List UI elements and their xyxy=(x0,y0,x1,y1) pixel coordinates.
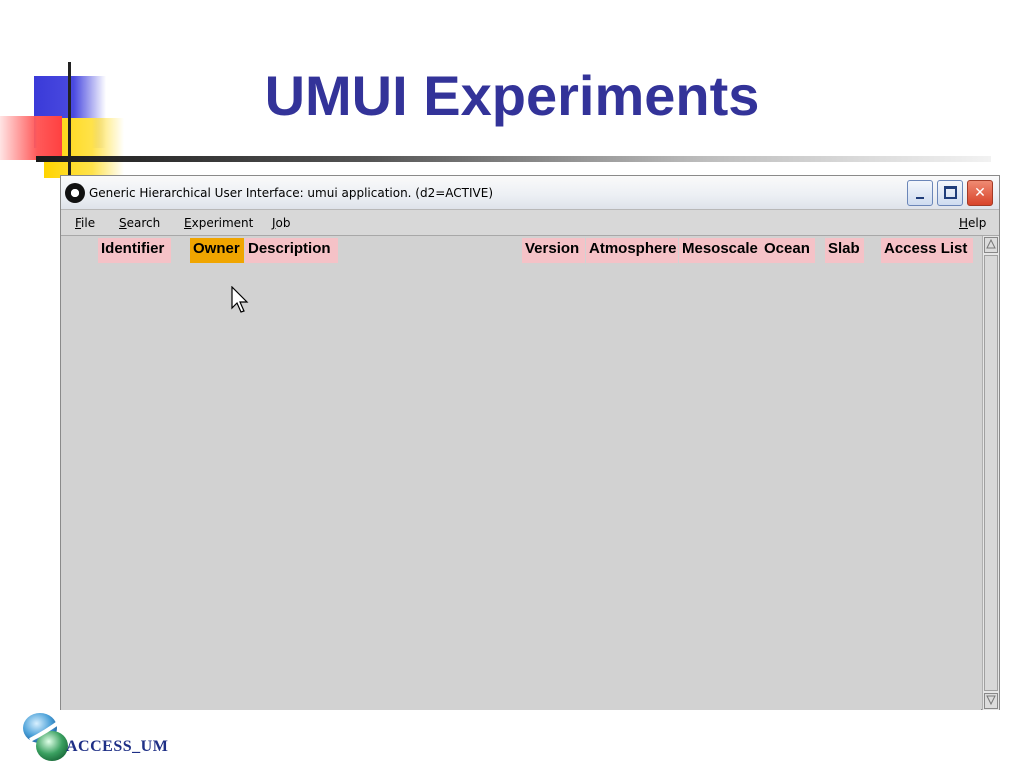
column-header-mesoscale[interactable]: Mesoscale xyxy=(679,238,761,263)
menu-experiment-mnemonic: E xyxy=(184,216,192,230)
menu-file[interactable]: File xyxy=(75,216,95,230)
experiment-table: Identifier Owner Description Version Atm… xyxy=(61,236,981,710)
column-header-atmosphere[interactable]: Atmosphere xyxy=(586,238,678,263)
app-icon[interactable] xyxy=(65,183,85,203)
column-header-description[interactable]: Description xyxy=(245,238,338,263)
menu-experiment-label: xperiment xyxy=(191,216,254,230)
minimize-button[interactable] xyxy=(907,180,933,206)
window-titlebar[interactable]: Generic Hierarchical User Interface: umu… xyxy=(61,176,999,210)
vertical-scrollbar[interactable] xyxy=(982,236,999,710)
scroll-up-icon xyxy=(986,238,996,249)
scroll-down-icon xyxy=(986,695,996,706)
menu-job[interactable]: Job xyxy=(272,216,291,230)
menu-search[interactable]: Search xyxy=(119,216,160,230)
maximize-icon xyxy=(944,186,957,199)
menu-bar: File Search Experiment Job Help xyxy=(61,210,999,236)
column-header-owner[interactable]: Owner xyxy=(190,238,244,263)
app-window: Generic Hierarchical User Interface: umu… xyxy=(60,175,1000,710)
logo-text: ACCESS_UM xyxy=(66,738,169,755)
decor-title-rule xyxy=(36,156,991,162)
column-header-version[interactable]: Version xyxy=(522,238,585,263)
scroll-track[interactable] xyxy=(984,255,998,691)
menu-search-label: earch xyxy=(126,216,161,230)
window-title: Generic Hierarchical User Interface: umu… xyxy=(89,186,494,200)
slide-title: UMUI Experiments xyxy=(264,64,760,127)
menu-help-mnemonic: H xyxy=(959,216,969,230)
decor-red-square xyxy=(0,116,62,160)
menu-job-label: ob xyxy=(275,216,291,230)
column-header-identifier[interactable]: Identifier xyxy=(98,238,171,263)
decor-vertical-line xyxy=(68,62,71,186)
column-header-access-list[interactable]: Access List xyxy=(881,238,973,263)
column-header-ocean[interactable]: Ocean xyxy=(761,238,815,263)
menu-help[interactable]: Help xyxy=(959,216,986,230)
scroll-down-button[interactable] xyxy=(984,693,998,709)
menu-experiment[interactable]: Experiment xyxy=(184,216,253,230)
column-header-slab[interactable]: Slab xyxy=(825,238,864,263)
maximize-button[interactable] xyxy=(937,180,963,206)
close-button[interactable]: ✕ xyxy=(967,180,993,206)
scroll-up-button[interactable] xyxy=(984,237,998,253)
minimize-icon xyxy=(916,197,924,199)
menu-file-label: ile xyxy=(81,216,96,230)
close-icon: ✕ xyxy=(974,185,986,201)
menu-search-mnemonic: S xyxy=(119,216,127,230)
mouse-cursor-icon xyxy=(231,286,249,313)
menu-help-label: elp xyxy=(968,216,987,230)
